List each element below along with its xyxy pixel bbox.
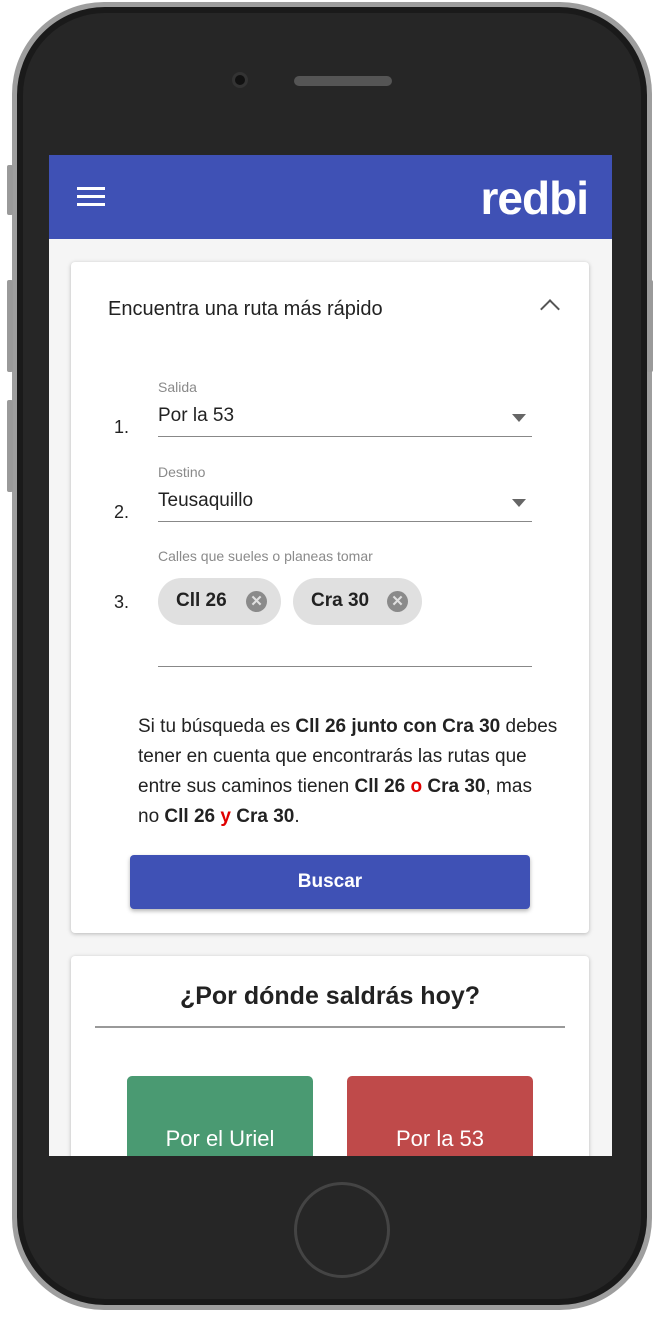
salida-value: Por la 53 — [158, 405, 235, 426]
dropdown-arrow-icon — [512, 414, 526, 422]
destino-select[interactable]: Teusaquillo — [158, 486, 532, 522]
volume-down-button — [7, 400, 13, 492]
note-text: . — [294, 806, 300, 827]
note-text: Si tu búsqueda es — [138, 716, 296, 737]
chip-label: Cra 30 — [311, 590, 370, 611]
remove-chip-icon[interactable]: ✕ — [246, 591, 267, 612]
route-search-card: Encuentra una ruta más rápido Salida 1. … — [71, 262, 589, 933]
card-title: Encuentra una ruta más rápido — [108, 298, 383, 320]
streets-label: Calles que sueles o planeas tomar — [158, 548, 373, 564]
search-button[interactable]: Buscar — [130, 855, 530, 909]
note-bold: Cll 26 — [164, 806, 216, 827]
dropdown-arrow-icon — [512, 499, 526, 507]
home-button[interactable] — [294, 1182, 390, 1278]
chevron-up-icon[interactable] — [540, 299, 560, 319]
power-button — [647, 280, 653, 372]
step-number: 3. — [114, 592, 130, 612]
departure-title: ¿Por dónde saldrás hoy? — [179, 982, 481, 1010]
note-bold: Cra 30 — [236, 806, 295, 827]
note-bold: Cll 26 junto con Cra 30 — [295, 716, 501, 737]
app-screen: redbi Encuentra una ruta más rápido Sali… — [49, 155, 612, 1156]
mute-switch — [7, 165, 13, 215]
note-bold: Cra 30 — [427, 776, 486, 797]
destino-label: Destino — [158, 464, 206, 480]
speaker-grille — [294, 76, 392, 86]
step-number: 1. — [114, 417, 130, 437]
volume-up-button — [7, 280, 13, 372]
redbi-logo: redbi — [480, 172, 589, 224]
option-por-la-53[interactable]: Por la 53 — [347, 1076, 533, 1156]
streets-input[interactable] — [158, 666, 532, 667]
divider — [95, 1026, 565, 1028]
chip-label: Cll 26 — [176, 590, 227, 611]
note-and: y — [215, 806, 237, 827]
salida-select[interactable]: Por la 53 — [158, 401, 532, 437]
departure-card: ¿Por dónde saldrás hoy? Por el Uriel Por… — [71, 956, 589, 1156]
street-chip: Cra 30 ✕ — [293, 578, 422, 625]
option-por-el-uriel[interactable]: Por el Uriel — [127, 1076, 313, 1156]
search-note: Si tu búsqueda es Cll 26 junto con Cra 3… — [138, 712, 558, 832]
step-number: 2. — [114, 502, 130, 522]
salida-label: Salida — [158, 379, 197, 395]
note-or: o — [405, 776, 428, 797]
app-bar: redbi — [49, 155, 612, 239]
camera-icon — [232, 72, 248, 88]
destino-value: Teusaquillo — [158, 490, 254, 511]
street-chip: Cll 26 ✕ — [158, 578, 281, 625]
remove-chip-icon[interactable]: ✕ — [387, 591, 408, 612]
hamburger-menu-icon[interactable] — [77, 187, 105, 207]
note-bold: Cll 26 — [354, 776, 406, 797]
